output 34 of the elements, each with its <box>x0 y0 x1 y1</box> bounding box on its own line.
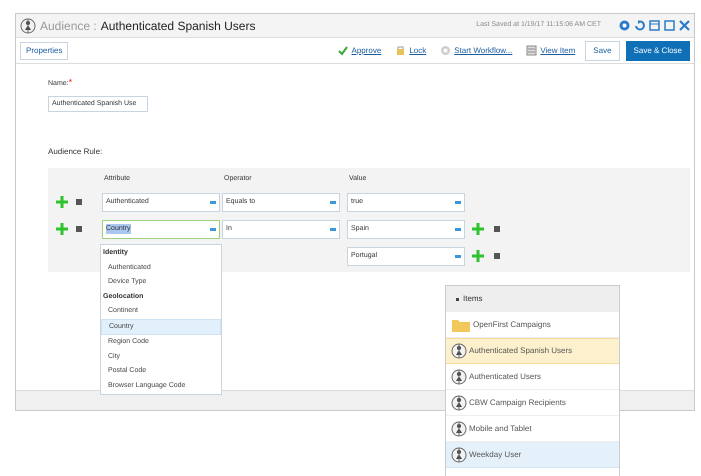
required-marker: * <box>68 77 72 87</box>
maximize-icon[interactable] <box>664 20 675 31</box>
bullet-icon <box>456 298 459 300</box>
audience-icon <box>451 368 467 384</box>
save-close-button[interactable]: Save & Close <box>626 40 690 60</box>
close-icon[interactable] <box>679 20 690 31</box>
audience-icon <box>451 342 467 358</box>
window-title: Authenticated Spanish Users <box>100 18 256 34</box>
audience-icon <box>451 394 467 410</box>
document-icon <box>526 45 538 56</box>
tree-item[interactable]: Authenticated Spanish Users <box>446 338 619 364</box>
tree-item[interactable]: Authenticated Users <box>446 364 619 390</box>
panel-title: Items <box>463 293 483 305</box>
check-icon <box>338 45 349 56</box>
add-icon[interactable] <box>472 250 484 262</box>
audience-icon <box>451 446 467 462</box>
lock-icon <box>395 45 406 56</box>
refresh-icon[interactable] <box>634 20 645 31</box>
add-icon[interactable] <box>472 223 484 235</box>
toolbar-action[interactable]: Lock <box>391 44 430 56</box>
save-button[interactable]: Save <box>585 40 620 60</box>
restore-icon[interactable] <box>649 20 660 31</box>
section-heading: Audience Rule: <box>48 146 104 158</box>
add-icon[interactable] <box>56 196 68 208</box>
tree-item[interactable]: CBW Campaign Recipients <box>446 390 619 416</box>
tree-item[interactable]: Weekday User <box>446 442 619 468</box>
window-type-label: Audience : <box>40 18 97 34</box>
add-icon[interactable] <box>56 223 68 235</box>
audience-icon <box>20 18 36 34</box>
toolbar-action[interactable]: Start Workflow... <box>436 44 516 56</box>
audience-icon <box>451 420 467 436</box>
toolbar-action[interactable]: View Item <box>522 44 580 56</box>
properties-button[interactable]: Properties <box>20 42 68 60</box>
toolbar-action[interactable]: Approve <box>334 44 386 56</box>
